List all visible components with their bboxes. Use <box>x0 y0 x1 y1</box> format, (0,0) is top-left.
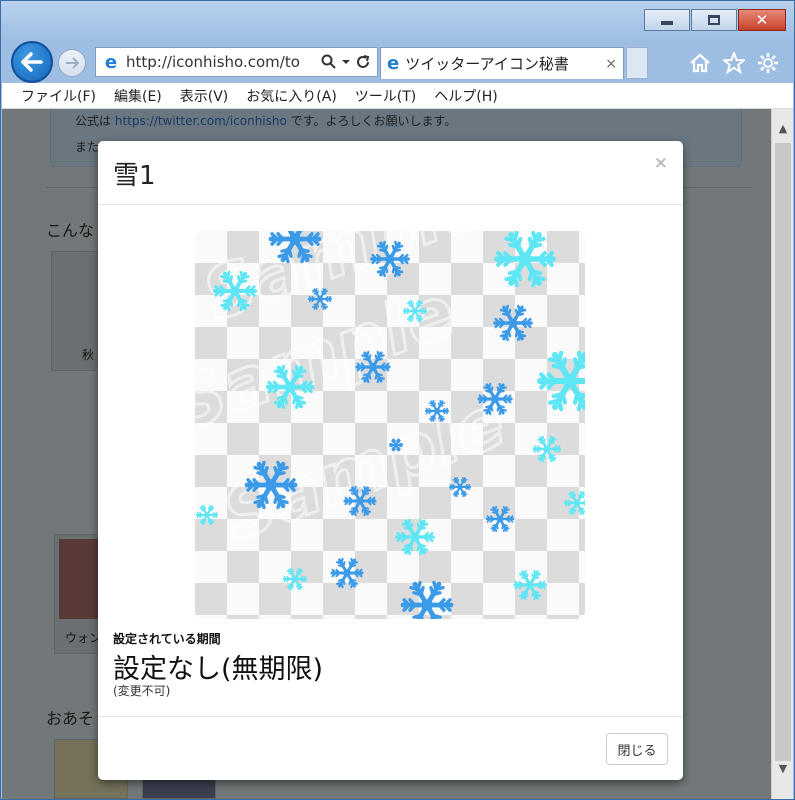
refresh-icon[interactable] <box>355 54 371 70</box>
info-suffix: です。よろしくお願いします。 <box>290 114 457 128</box>
snowflake-icon <box>532 435 562 463</box>
favorites-star-icon[interactable] <box>722 51 746 75</box>
snowflake-icon <box>330 557 364 589</box>
vertical-scrollbar[interactable]: ▲ ▼ <box>771 109 793 799</box>
ie-logo-icon: e <box>387 53 400 74</box>
close-button[interactable]: 閉じる <box>606 733 668 765</box>
snowflake-icon <box>449 476 471 498</box>
address-url[interactable]: http://iconhisho.com/to <box>126 53 321 71</box>
snowflake-icon <box>513 569 547 601</box>
maximize-button[interactable] <box>691 9 737 31</box>
modal-title: 雪1 <box>113 161 156 191</box>
back-button[interactable] <box>11 41 53 83</box>
period-note: (変更不可) <box>113 684 171 698</box>
dropdown-chevron-icon[interactable] <box>341 58 351 66</box>
snowflake-icon <box>395 518 435 556</box>
snowflake-icon <box>493 304 533 342</box>
modal-header: 雪1 × <box>98 141 683 205</box>
window-caption-buttons: ✕ <box>643 9 786 31</box>
browser-tab[interactable]: e ツイッターアイコン秘書 × <box>380 47 624 79</box>
tab-close-icon[interactable]: × <box>605 56 617 72</box>
icon-preview: Sample Sample Sample <box>195 231 585 619</box>
snowflake-icon <box>537 350 585 412</box>
modal-close-icon[interactable]: × <box>654 153 668 173</box>
new-tab-button[interactable] <box>626 47 648 79</box>
scroll-up-icon[interactable]: ▲ <box>772 117 794 139</box>
snowflake-icon <box>485 505 515 533</box>
address-bar[interactable]: e http://iconhisho.com/to <box>95 47 378 77</box>
section-heading: おあそ <box>46 709 95 728</box>
period-label: 設定されている期間 <box>113 632 221 646</box>
scroll-down-icon[interactable]: ▼ <box>772 757 794 779</box>
snowflake-icon <box>282 567 308 591</box>
menu-view[interactable]: 表示(V) <box>171 86 238 106</box>
close-icon: ✕ <box>755 11 769 29</box>
home-icon[interactable] <box>688 51 712 75</box>
icon-detail-modal: 雪1 × Sample Sample Sample 設定されている期間 設定なし… <box>98 141 683 780</box>
section-heading: こんな <box>46 221 95 240</box>
navigation-bar: e http://iconhisho.com/to e ツイッターアイコン秘書 … <box>1 41 794 83</box>
card-label: ウォン <box>65 631 102 645</box>
menu-file[interactable]: ファイル(F) <box>12 86 105 106</box>
settings-gear-icon[interactable] <box>756 51 780 75</box>
minimize-icon <box>661 21 673 25</box>
menu-edit[interactable]: 編集(E) <box>105 86 171 106</box>
snowflake-icon <box>400 580 454 619</box>
minimize-button[interactable] <box>644 9 690 31</box>
arrow-left-icon <box>21 52 43 72</box>
menu-help[interactable]: ヘルプ(H) <box>425 86 506 106</box>
scrollbar-thumb[interactable] <box>775 143 791 761</box>
modal-footer: 閉じる <box>98 716 683 780</box>
info-prefix: 公式は <box>75 114 112 128</box>
menu-tools[interactable]: ツール(T) <box>346 86 425 106</box>
toolbar-icons <box>688 51 780 75</box>
info-line-2: また <box>75 140 100 154</box>
info-line-1: 公式は https://twitter.com/iconhisho です。よろし… <box>75 112 456 129</box>
ie-logo-icon: e <box>104 51 118 73</box>
maximize-icon <box>708 15 720 25</box>
address-tools <box>321 54 377 70</box>
twitter-link[interactable]: https://twitter.com/iconhisho <box>115 114 287 128</box>
close-window-button[interactable]: ✕ <box>738 9 786 31</box>
snowflake-icon <box>196 504 218 526</box>
tab-title: ツイッターアイコン秘書 <box>405 55 569 73</box>
period-value: 設定なし(無期限) <box>113 654 324 685</box>
browser-window: ✕ e http://iconhisho.com/to e ツイッターアイコン秘… <box>0 0 795 800</box>
menu-favorites[interactable]: お気に入り(A) <box>237 86 346 106</box>
arrow-right-icon <box>66 57 79 69</box>
search-icon[interactable] <box>321 54 337 70</box>
snowflake-icon <box>563 490 585 516</box>
menu-bar: ファイル(F) 編集(E) 表示(V) お気に入り(A) ツール(T) ヘルプ(… <box>2 83 793 109</box>
forward-button[interactable] <box>58 49 86 77</box>
snowflake-icon <box>494 231 556 288</box>
snowflake-pattern: Sample Sample Sample <box>195 231 585 619</box>
